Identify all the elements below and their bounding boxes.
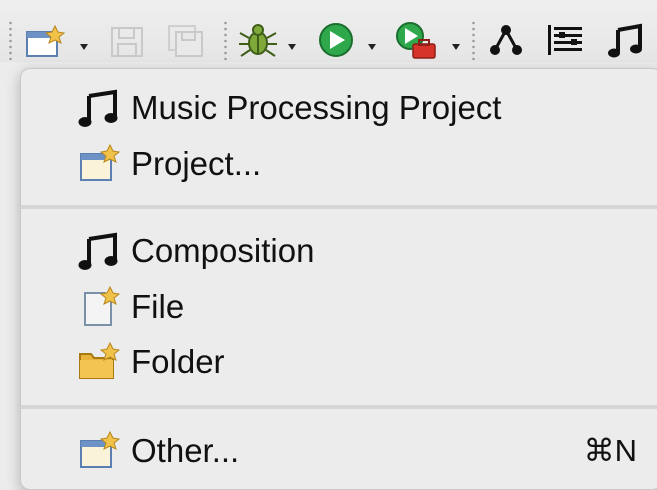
menu-item-label: Project... <box>131 145 262 182</box>
menu-divider <box>21 205 657 209</box>
menu-item-other[interactable]: Other... ⌘N <box>21 424 657 478</box>
music-note-button[interactable] <box>606 22 646 58</box>
menu-divider <box>21 405 657 409</box>
new-wizard-icon <box>26 24 66 57</box>
save-icon <box>111 27 143 57</box>
music-note-icon <box>608 23 642 58</box>
score-lines-icon <box>548 25 582 55</box>
music-note-icon <box>78 232 118 270</box>
tree-graph-button[interactable] <box>486 22 526 58</box>
save-all-button[interactable] <box>166 22 210 58</box>
menu-item-label: File <box>131 288 185 325</box>
run-play-icon <box>319 23 353 57</box>
music-note-icon <box>78 89 118 127</box>
menu-item-composition[interactable]: Composition <box>21 224 657 278</box>
toolbar-separator <box>472 20 475 60</box>
main-toolbar <box>0 0 657 70</box>
chevron-down-icon[interactable] <box>80 44 88 50</box>
run-button[interactable] <box>316 22 382 58</box>
chevron-down-icon[interactable] <box>368 44 376 50</box>
chevron-down-icon[interactable] <box>452 44 460 50</box>
menu-item-label: Music Processing Project <box>131 89 502 126</box>
new-other-icon <box>80 430 121 468</box>
new-folder-icon <box>79 341 121 379</box>
save-all-icon <box>168 25 203 57</box>
debug-button[interactable] <box>236 22 300 58</box>
new-file-icon <box>84 285 121 326</box>
menu-item-label: Composition <box>131 232 315 269</box>
menu-item-folder[interactable]: Folder <box>21 335 657 389</box>
debug-bug-icon <box>239 24 277 57</box>
score-lines-button[interactable] <box>544 22 588 58</box>
tree-graph-icon <box>490 25 522 55</box>
menu-item-file[interactable]: File <box>21 280 657 334</box>
new-wizard-dropdown-menu: Music Processing Project Project... Comp… <box>20 68 657 490</box>
new-wizard-button[interactable] <box>22 22 92 58</box>
menu-item-label: Other... <box>131 432 240 469</box>
menu-item-label: Folder <box>131 343 225 380</box>
chevron-down-icon[interactable] <box>288 44 296 50</box>
toolbar-separator <box>9 20 12 60</box>
menu-item-project[interactable]: Project... <box>21 137 657 191</box>
keyboard-shortcut: ⌘N <box>583 433 637 468</box>
external-tools-button[interactable] <box>394 22 464 59</box>
new-project-icon <box>80 143 121 181</box>
toolbar-separator <box>224 20 227 60</box>
save-button[interactable] <box>108 22 148 58</box>
menu-item-music-processing-project[interactable]: Music Processing Project <box>21 81 657 135</box>
run-external-tool-icon <box>396 22 436 59</box>
